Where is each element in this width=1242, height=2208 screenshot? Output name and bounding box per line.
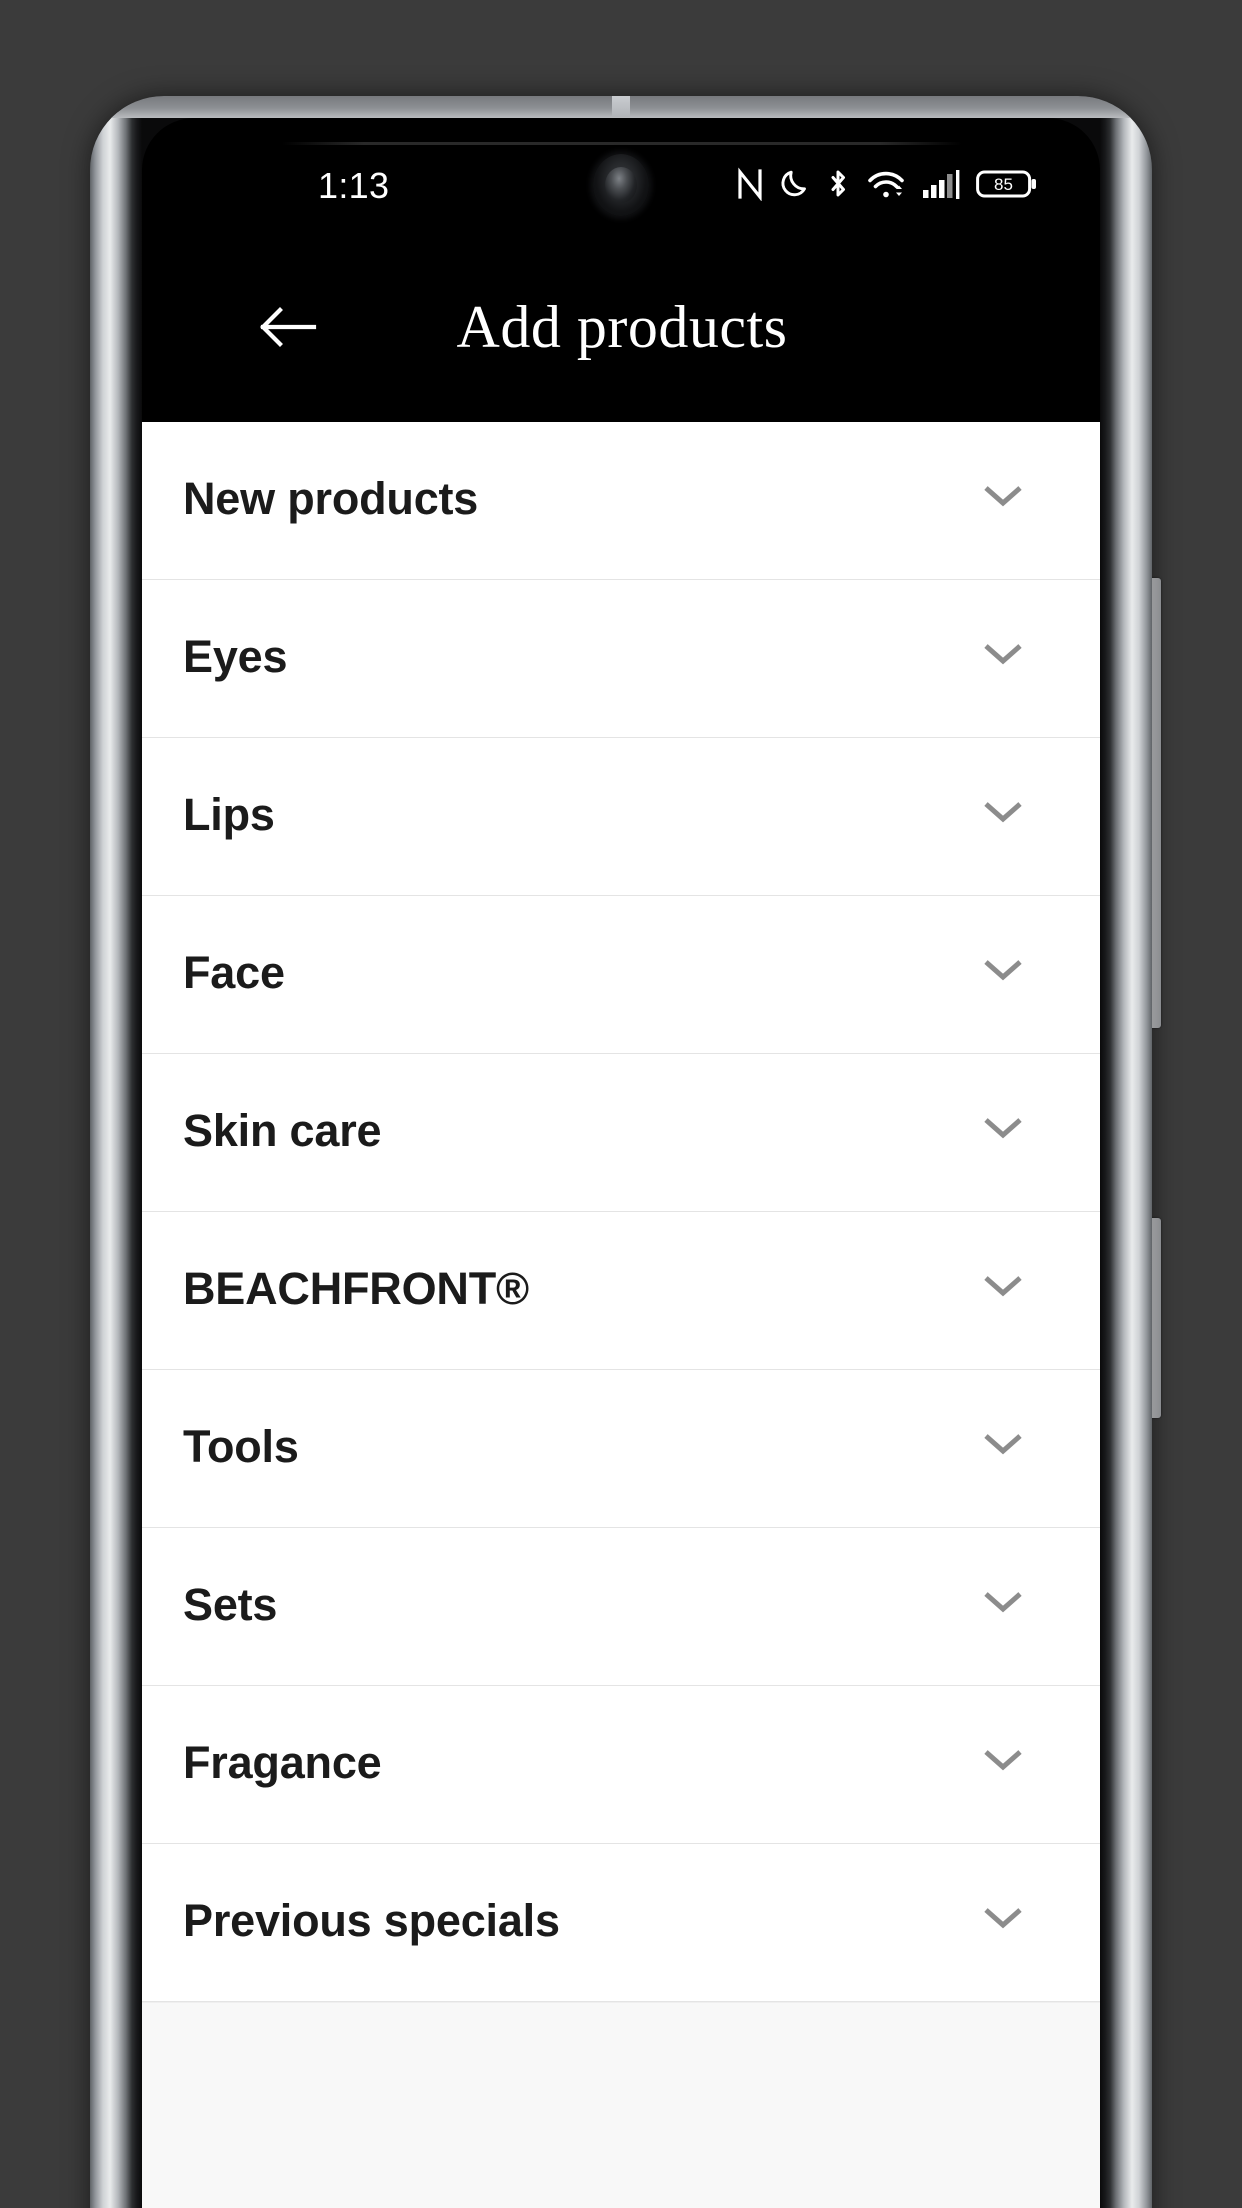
category-label: Fragance xyxy=(183,1737,382,1788)
do-not-disturb-icon xyxy=(780,167,810,206)
chevron-down-icon[interactable] xyxy=(981,1272,1025,1305)
category-row-fragance[interactable]: Fragance xyxy=(142,1686,1100,1844)
category-row-eyes[interactable]: Eyes xyxy=(142,580,1100,738)
category-row-sets[interactable]: Sets xyxy=(142,1528,1100,1686)
chevron-down-icon[interactable] xyxy=(981,1746,1025,1779)
page-title: Add products xyxy=(456,293,788,360)
screenshot-canvas: 1:13 85 Add products New products Eyes L… xyxy=(0,0,1242,2208)
status-bar: 1:13 85 xyxy=(142,140,1100,232)
chevron-down-icon[interactable] xyxy=(981,1114,1025,1147)
battery-icon: 85 xyxy=(976,167,1038,206)
nfc-icon xyxy=(735,166,765,206)
chevron-down-icon[interactable] xyxy=(981,482,1025,515)
category-label: New products xyxy=(183,473,479,524)
list-bottom-filler xyxy=(142,2002,1100,2208)
category-label: Eyes xyxy=(183,631,288,682)
app-bar: Add products xyxy=(142,232,1100,422)
category-row-skin-care[interactable]: Skin care xyxy=(142,1054,1100,1212)
battery-level-text: 85 xyxy=(994,175,1013,194)
wifi-icon xyxy=(866,167,906,206)
chevron-down-icon[interactable] xyxy=(981,640,1025,673)
phone-screen: 1:13 85 Add products New products Eyes L… xyxy=(142,118,1100,2208)
status-clock: 1:13 xyxy=(318,165,390,206)
cellular-signal-icon xyxy=(921,167,961,206)
category-list[interactable]: New products Eyes Lips Face Skin care BE… xyxy=(142,422,1100,2208)
category-row-tools[interactable]: Tools xyxy=(142,1370,1100,1528)
category-label: Sets xyxy=(183,1579,278,1630)
chevron-down-icon[interactable] xyxy=(981,1588,1025,1621)
chevron-down-icon[interactable] xyxy=(981,798,1025,831)
category-label: Lips xyxy=(183,789,275,840)
category-label: BEACHFRONT® xyxy=(183,1263,529,1314)
status-icon-tray: 85 xyxy=(735,166,1038,206)
category-row-new-products[interactable]: New products xyxy=(142,422,1100,580)
bluetooth-icon xyxy=(825,167,851,206)
category-row-lips[interactable]: Lips xyxy=(142,738,1100,896)
antenna-notch xyxy=(612,96,630,116)
back-button[interactable] xyxy=(254,292,324,362)
category-row-beachfront[interactable]: BEACHFRONT® xyxy=(142,1212,1100,1370)
category-label: Skin care xyxy=(183,1105,382,1156)
back-arrow-icon xyxy=(260,307,317,347)
chevron-down-icon[interactable] xyxy=(981,956,1025,989)
chevron-down-icon[interactable] xyxy=(981,1904,1025,1937)
category-row-previous-specials[interactable]: Previous specials xyxy=(142,1844,1100,2002)
category-label: Face xyxy=(183,947,285,998)
chevron-down-icon[interactable] xyxy=(981,1430,1025,1463)
category-row-face[interactable]: Face xyxy=(142,896,1100,1054)
category-label: Previous specials xyxy=(183,1895,560,1946)
phone-frame: 1:13 85 Add products New products Eyes L… xyxy=(90,96,1152,2208)
category-label: Tools xyxy=(183,1421,299,1472)
